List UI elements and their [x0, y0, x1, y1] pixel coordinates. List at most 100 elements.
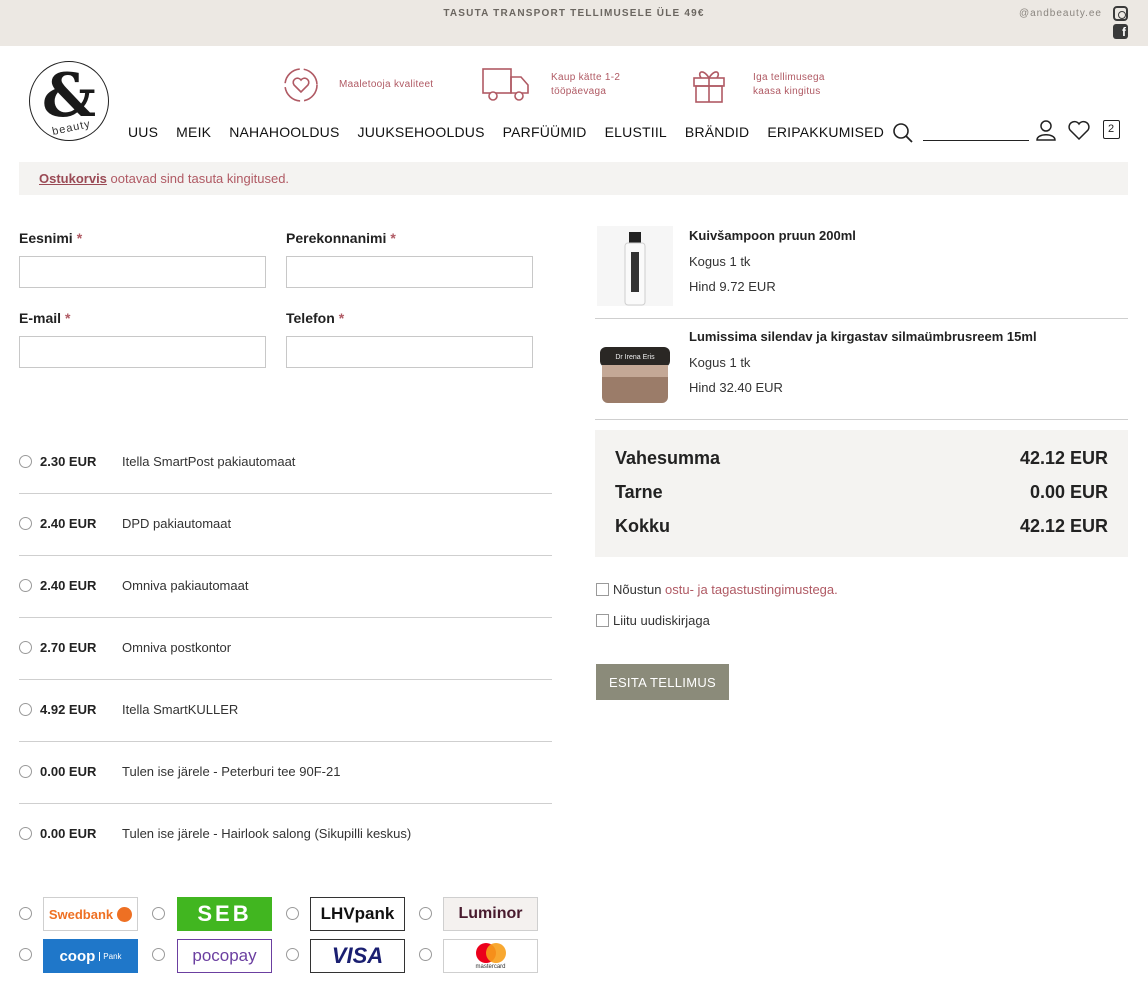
nav-item-eripakkumised[interactable]: ERIPAKKUMISED [767, 124, 884, 140]
product-quantity: Kogus 1 tk [689, 355, 751, 370]
shipping-price: 2.70 EUR [40, 640, 97, 655]
shipping-option[interactable]: 0.00 EUR Tulen ise järele - Peterburi te… [19, 742, 552, 804]
coop-logo-sub: Pank [99, 951, 122, 961]
instagram-icon[interactable] [1113, 6, 1128, 21]
product-price: Hind 32.40 EUR [689, 380, 783, 395]
user-icon[interactable] [1035, 119, 1057, 141]
first-name-field[interactable] [19, 256, 266, 288]
pocopay-logo[interactable]: pocopay [177, 939, 272, 973]
shipping-option[interactable]: 4.92 EUR Itella SmartKULLER [19, 680, 552, 742]
required-mark: * [65, 310, 71, 326]
email-label: E-mail * [19, 310, 70, 326]
product-title[interactable]: Lumissima silendav ja kirgastav silmaümb… [689, 329, 1037, 344]
cart-link[interactable]: Ostukorvis [39, 171, 107, 186]
payment-radio-visa[interactable] [286, 948, 299, 961]
wishlist-heart-icon[interactable] [1067, 120, 1091, 140]
feature-delivery-line1: Kaup kätte 1-2 [551, 72, 621, 83]
shipping-price: 0.00 EUR [40, 764, 97, 779]
payment-radio-swedbank[interactable] [19, 907, 32, 920]
coop-logo-text: coop [59, 947, 96, 965]
newsletter-checkbox[interactable] [596, 614, 609, 627]
feature-gift: Iga tellimusega kaasa kingitus [753, 71, 825, 99]
shipping-radio[interactable] [19, 827, 32, 840]
nav-item-juuksehooldus[interactable]: JUUKSEHOOLDUS [358, 124, 485, 140]
payment-radio-pocopay[interactable] [152, 948, 165, 961]
nav-item-nahahooldus[interactable]: NAHAHOOLDUS [229, 124, 339, 140]
shipping-price: 4.92 EUR [40, 702, 97, 717]
payment-radio-mastercard[interactable] [419, 948, 432, 961]
terms-checkbox[interactable] [596, 583, 609, 596]
shipping-name: Omniva postkontor [122, 640, 232, 655]
luminor-logo[interactable]: Luminor [443, 897, 538, 931]
cream-jar-icon [600, 347, 670, 403]
terms-link[interactable]: ostu- ja tagastustingimustega [665, 582, 834, 597]
shipping-radio[interactable] [19, 703, 32, 716]
shampoo-bottle-icon [624, 232, 646, 306]
email-field[interactable] [19, 336, 266, 368]
shipping-total-value: 0.00 EUR [1029, 482, 1108, 502]
shipping-option[interactable]: 2.40 EUR DPD pakiautomaat [19, 494, 552, 556]
nav-item-meik[interactable]: MEIK [176, 124, 211, 140]
shipping-name: Omniva pakiautomaat [122, 578, 249, 593]
shipping-radio[interactable] [19, 517, 32, 530]
shipping-option[interactable]: 2.40 EUR Omniva pakiautomaat [19, 556, 552, 618]
shipping-radio[interactable] [19, 455, 32, 468]
payment-radio-coop[interactable] [19, 948, 32, 961]
shipping-name: Tulen ise järele - Hairlook salong (Siku… [122, 826, 412, 841]
required-mark: * [338, 310, 345, 326]
main-nav: UUS MEIK NAHAHOOLDUS JUUKSEHOOLDUS PARFÜ… [128, 124, 884, 140]
facebook-icon[interactable]: f [1113, 24, 1128, 39]
feature-gift-line1: Iga tellimusega [753, 72, 825, 83]
free-shipping-promo: TASUTA TRANSPORT TELLIMUSELE ÜLE 49€ [443, 8, 705, 19]
product-title[interactable]: Kuivšampoon pruun 200ml [689, 228, 856, 243]
top-promo-bar: TASUTA TRANSPORT TELLIMUSELE ÜLE 49€ @an… [0, 0, 1148, 46]
product-image[interactable] [597, 226, 673, 306]
payment-radio-lhv[interactable] [286, 907, 299, 920]
payment-radio-luminor[interactable] [419, 907, 432, 920]
cart-icon[interactable]: 2 [1103, 120, 1120, 139]
shipping-option[interactable]: 0.00 EUR Tulen ise järele - Hairlook sal… [19, 804, 552, 866]
shipping-radio[interactable] [19, 579, 32, 592]
last-name-field[interactable] [286, 256, 533, 288]
product-quantity: Kogus 1 tk [689, 254, 751, 269]
cart-item: Dr Irena Eris Lumissima silendav ja kirg… [595, 319, 1128, 420]
seb-logo-text: SEB [197, 901, 252, 926]
social-handle[interactable]: @andbeauty.ee [1019, 8, 1102, 19]
gift-icon [693, 71, 725, 103]
seb-logo[interactable]: SEB [177, 897, 272, 931]
mastercard-logo[interactable]: mastercard [443, 939, 538, 973]
submit-order-button[interactable]: ESITA TELLIMUS [596, 664, 729, 700]
required-mark: * [76, 230, 83, 246]
pocopay-logo-text: pocopay [192, 946, 257, 965]
phone-field[interactable] [286, 336, 533, 368]
lhv-logo[interactable]: LHVpank [310, 897, 405, 931]
product-image[interactable]: Dr Irena Eris [597, 343, 673, 407]
search-icon[interactable] [892, 122, 914, 144]
visa-logo[interactable]: VISA [310, 939, 405, 973]
terms-prefix: Nõustun [613, 582, 666, 597]
payment-radio-seb[interactable] [152, 907, 165, 920]
feature-quality: Maaletooja kvaliteet [339, 78, 433, 92]
shipping-name: Tulen ise järele - Peterburi tee 90F-21 [122, 764, 341, 779]
subtotal-value: 42.12 EUR [1019, 448, 1108, 468]
shipping-name: Itella SmartPost pakiautomaat [122, 454, 296, 469]
nav-item-brandid[interactable]: BRÄNDID [685, 124, 749, 140]
shipping-radio[interactable] [19, 641, 32, 654]
coop-logo[interactable]: coop Pank [43, 939, 138, 973]
order-totals: Vahesumma 42.12 EUR Tarne 0.00 EUR Kokku… [595, 430, 1128, 557]
swedbank-logo[interactable]: Swedbank [43, 897, 138, 931]
required-mark: * [390, 230, 396, 246]
shipping-radio[interactable] [19, 765, 32, 778]
search-input[interactable] [923, 140, 1029, 141]
nav-item-uus[interactable]: UUS [128, 124, 158, 140]
nav-item-elustiil[interactable]: ELUSTIIL [605, 124, 667, 140]
shipping-price: 2.40 EUR [40, 516, 97, 531]
last-name-label: Perekonnanimi * [286, 230, 396, 246]
swedbank-oak-icon [117, 906, 133, 922]
feature-gift-line2: kaasa kingitus [753, 86, 821, 97]
shipping-option[interactable]: 2.30 EUR Itella SmartPost pakiautomaat [19, 432, 552, 494]
site-logo[interactable]: & beauty [29, 61, 109, 141]
shipping-price: 2.40 EUR [40, 578, 97, 593]
nav-item-parfuumid[interactable]: PARFÜÜMID [503, 124, 587, 140]
shipping-option[interactable]: 2.70 EUR Omniva postkontor [19, 618, 552, 680]
